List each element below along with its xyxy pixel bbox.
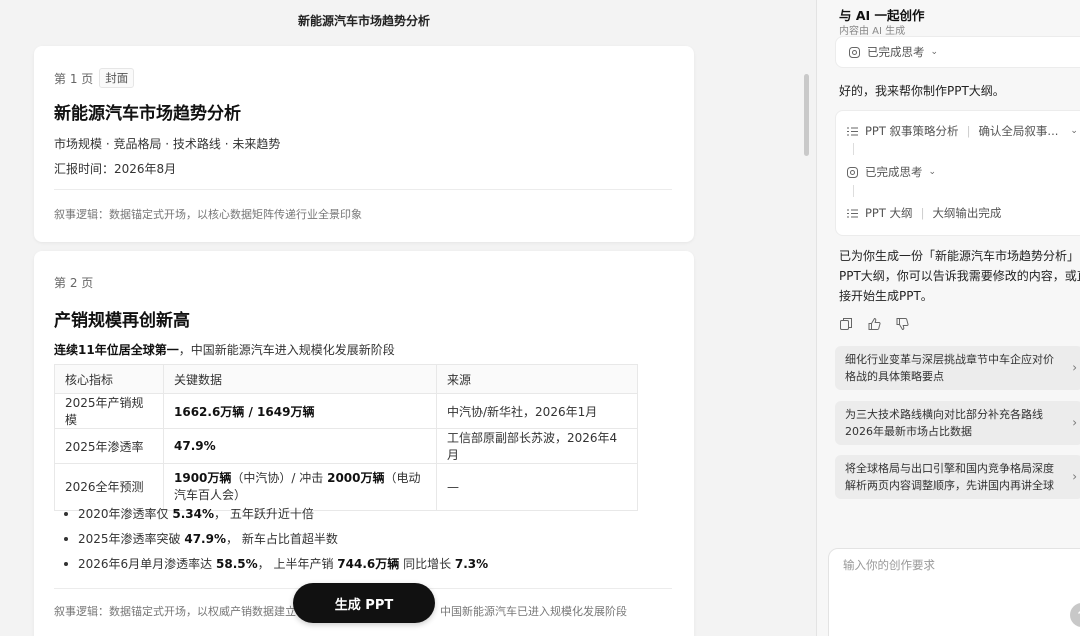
suggestion-chip[interactable]: 细化行业变革与深层挑战章节中车企应对价格战的具体策略要点 › [835, 346, 1080, 390]
list-icon [846, 125, 859, 138]
step-connector [853, 185, 854, 197]
table-cell: 2025年渗透率 [54, 428, 164, 464]
brain-icon [848, 46, 861, 59]
ai-panel: 与 AI 一起创作 内容由 AI 生成 已完成思考 ⌄ 好的，我来帮你制作PPT… [816, 0, 1080, 636]
slide-title: 新能源汽车市场趋势分析 [54, 104, 241, 124]
chevron-down-icon[interactable]: ⌄ [1070, 126, 1078, 136]
table-header-cell: 关键数据 [163, 364, 437, 394]
thumbs-down-icon[interactable] [895, 317, 909, 331]
slide-lead: 连续11年位居全球第一，中国新能源汽车进入规模化发展新阶段 [54, 343, 395, 357]
table-cell: 2025年产销规模 [54, 393, 164, 429]
feedback-actions [839, 317, 909, 331]
page-type-tag: 封面 [99, 68, 135, 88]
divider [54, 189, 672, 190]
chevron-down-icon[interactable]: ⌄ [931, 47, 939, 57]
step-connector [853, 143, 854, 155]
slide-card-2[interactable]: 第 2 页 产销规模再创新高 连续11年位居全球第一，中国新能源汽车进入规模化发… [34, 251, 694, 636]
list-icon [846, 207, 859, 220]
scrollbar[interactable] [804, 74, 809, 156]
thinking-done-label: 已完成思考 [867, 45, 925, 59]
prompt-input[interactable] [843, 557, 1073, 597]
generate-ppt-button[interactable]: 生成 PPT [293, 583, 435, 623]
list-item: 2026年6月单月渗透率达 58.5%， 上半年产销 744.6万辆 同比增长 … [64, 554, 488, 579]
ai-message: 好的，我来帮你制作PPT大纲。 [839, 84, 1005, 98]
arrow-up-icon [1076, 608, 1080, 623]
table-cell: 47.9% [163, 428, 437, 464]
chevron-right-icon: › [1072, 469, 1077, 484]
report-date: 汇报时间：2026年8月 [54, 162, 177, 176]
document-title: 新能源汽车市场趋势分析 [297, 14, 430, 28]
key-data-table: 核心指标 关键数据 来源 2025年产销规模 1662.6万辆 / 1649万辆… [54, 364, 638, 511]
suggestion-chip[interactable]: 将全球格局与出口引擎和国内竞争格局深度解析两页内容调整顺序，先讲国内再讲全球 › [835, 455, 1080, 499]
table-cell: 工信部原副部长苏波，2026年4月 [436, 428, 638, 464]
table-row: 2025年渗透率 47.9% 工信部原副部长苏波，2026年4月 [54, 428, 638, 464]
thinking-status-card[interactable]: 已完成思考 ⌄ [835, 36, 1080, 68]
table-cell: 中汽协/新华社，2026年1月 [436, 393, 638, 429]
chevron-right-icon: › [1072, 415, 1077, 430]
list-item: 2025年渗透率突破 47.9%， 新车占比首超半数 [64, 529, 488, 554]
document-area: 新能源汽车市场趋势分析 第 1 页 封面 新能源汽车市场趋势分析 市场规模 · … [0, 0, 816, 636]
chevron-right-icon: › [1072, 360, 1077, 375]
page-number: 第 2 页 [54, 276, 94, 290]
slide-subtitle: 市场规模 · 竞品格局 · 技术路线 · 未来趋势 [54, 137, 281, 151]
slide-card-1[interactable]: 第 1 页 封面 新能源汽车市场趋势分析 市场规模 · 竞品格局 · 技术路线 … [34, 46, 694, 242]
slide-title: 产销规模再创新高 [54, 311, 190, 331]
table-row: 2025年产销规模 1662.6万辆 / 1649万辆 中汽协/新华社，2026… [54, 393, 638, 429]
panel-subtitle: 内容由 AI 生成 [839, 26, 906, 37]
list-item: 2020年渗透率仅 5.34%， 五年跃升近十倍 [64, 504, 488, 529]
step-outline[interactable]: PPT 大纲 | 大纲输出完成 [846, 205, 1001, 221]
page-number: 第 1 页 [54, 71, 94, 86]
step-strategy[interactable]: PPT 叙事策略分析 | 确认全局叙事... ⌄ [846, 123, 1078, 139]
ai-message: 已为你生成一份「新能源汽车市场趋势分析」的 PPT大纲，你可以告诉我需要修改的内… [839, 249, 1080, 303]
bullet-list: 2020年渗透率仅 5.34%， 五年跃升近十倍 2025年渗透率突破 47.9… [64, 504, 488, 579]
task-steps-card: PPT 叙事策略分析 | 确认全局叙事... ⌄ 已完成思考 ⌄ PPT 大纲 … [835, 110, 1080, 236]
table-header-cell: 来源 [436, 364, 638, 394]
table-header-cell: 核心指标 [54, 364, 164, 394]
copy-icon[interactable] [839, 317, 853, 331]
table-cell: 1662.6万辆 / 1649万辆 [163, 393, 437, 429]
prompt-input-box [828, 548, 1080, 636]
thumbs-up-icon[interactable] [867, 317, 881, 331]
brain-icon [846, 166, 859, 179]
table-header-row: 核心指标 关键数据 来源 [54, 364, 638, 394]
suggestion-chip[interactable]: 为三大技术路线横向对比部分补充各路线2026年最新市场占比数据 › [835, 401, 1080, 445]
step-thinking[interactable]: 已完成思考 ⌄ [846, 164, 936, 180]
send-button[interactable] [1070, 603, 1080, 627]
narrative-logic: 叙事逻辑：数据锚定式开场，以核心数据矩阵传递行业全景印象 [54, 208, 362, 221]
chevron-down-icon[interactable]: ⌄ [929, 167, 937, 177]
